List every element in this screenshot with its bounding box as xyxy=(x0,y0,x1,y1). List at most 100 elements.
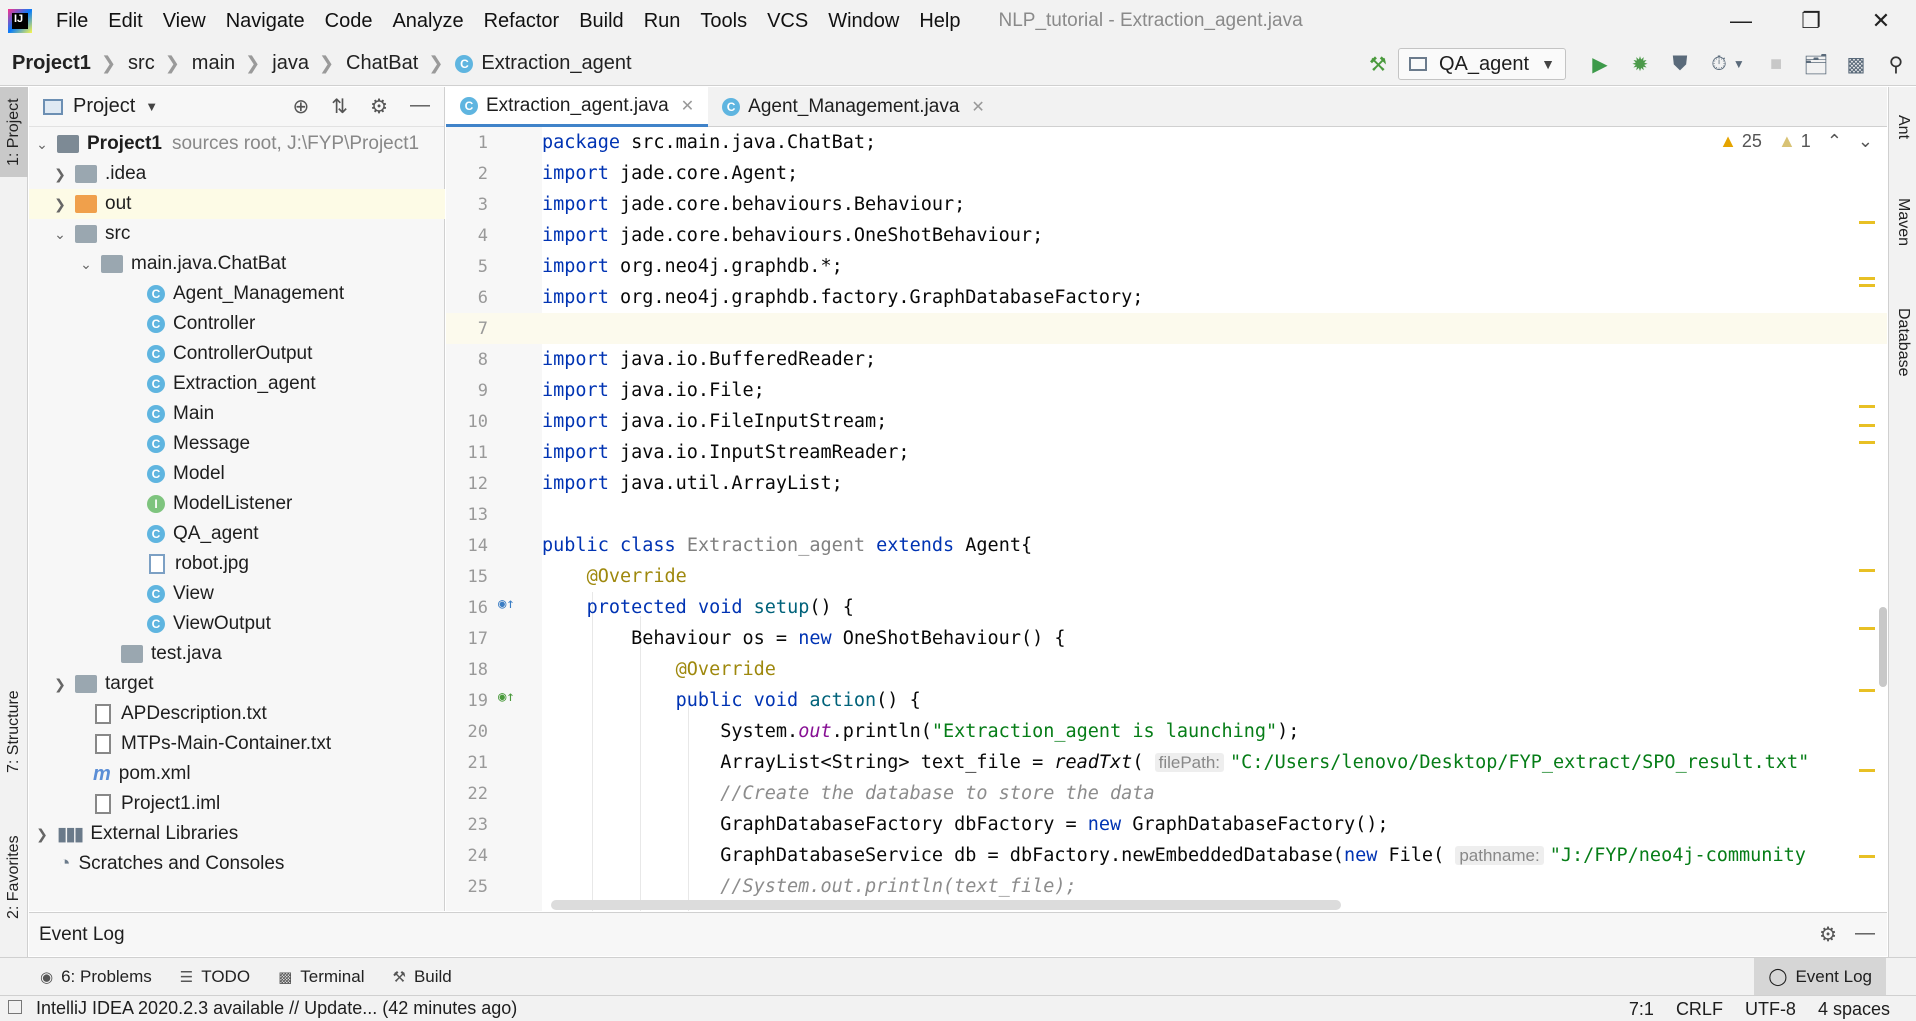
tree-item-out[interactable]: ❯ out xyxy=(29,189,445,219)
tree-item-package[interactable]: ⌄ main.java.ChatBat xyxy=(29,249,445,279)
warning-stripe-mark[interactable] xyxy=(1859,627,1875,630)
breadcrumb-java[interactable]: java ❯ xyxy=(260,52,334,75)
locate-icon[interactable]: ⊕ xyxy=(293,94,310,119)
project-panel-title[interactable]: Project xyxy=(73,95,135,118)
warning-stripe-mark[interactable] xyxy=(1859,405,1875,408)
warning-stripe-mark[interactable] xyxy=(1859,441,1875,444)
tree-item-main[interactable]: C Main xyxy=(29,399,445,429)
tool-tab-ant[interactable]: Ant xyxy=(1889,97,1916,157)
warning-stripe-mark[interactable] xyxy=(1859,424,1875,427)
profile-icon[interactable]: ⏱ ▼ xyxy=(1700,42,1756,86)
tree-item-pom[interactable]: m pom.xml xyxy=(29,759,445,789)
tree-item-agent-management[interactable]: C Agent_Management xyxy=(29,279,445,309)
menu-tools[interactable]: Tools xyxy=(690,0,757,42)
breadcrumb-main[interactable]: main ❯ xyxy=(180,52,260,75)
close-icon[interactable]: ✕ xyxy=(681,96,694,116)
menu-analyze[interactable]: Analyze xyxy=(382,0,473,42)
tool-button-problems[interactable]: ◉ 6: Problems xyxy=(40,967,152,987)
tool-button-build[interactable]: ⚒ Build xyxy=(393,967,452,987)
menu-window[interactable]: Window xyxy=(818,0,909,42)
tool-tab-favorites[interactable]: 2: Favorites xyxy=(0,822,28,932)
close-window-icon[interactable]: ✕ xyxy=(1846,0,1916,42)
menu-file[interactable]: File xyxy=(46,0,98,42)
debug-icon[interactable]: ✹ xyxy=(1620,42,1660,86)
chevron-right-icon[interactable]: ❯ xyxy=(51,196,69,213)
horizontal-scrollbar[interactable] xyxy=(551,900,1341,910)
restore-icon[interactable]: ❐ xyxy=(1776,0,1846,42)
tool-button-terminal[interactable]: ▩ Terminal xyxy=(278,967,364,987)
tool-tab-structure[interactable]: 7: Structure xyxy=(0,677,28,787)
tree-item-view-output[interactable]: C ViewOutput xyxy=(29,609,445,639)
menu-refactor[interactable]: Refactor xyxy=(474,0,570,42)
tree-item-controller-output[interactable]: C ControllerOutput xyxy=(29,339,445,369)
close-icon[interactable]: ✕ xyxy=(971,97,984,117)
collapse-all-icon[interactable]: ⇅ xyxy=(331,94,348,119)
tree-item-extraction-agent[interactable]: C Extraction_agent xyxy=(29,369,445,399)
project-structure-icon[interactable]: 🗂 xyxy=(1796,42,1836,86)
breadcrumb-src[interactable]: src ❯ xyxy=(116,52,180,75)
tree-item-message[interactable]: C Message xyxy=(29,429,445,459)
line-separator[interactable]: CRLF xyxy=(1676,999,1723,1020)
tree-item-idea[interactable]: ❯ .idea xyxy=(29,159,445,189)
code-editor[interactable]: ▲ 25 ▲ 1 ⌃ ⌄ 1 package src.main.java.Chat… xyxy=(446,127,1887,911)
tree-item-robot-jpg[interactable]: robot.jpg xyxy=(29,549,445,579)
tree-item-view[interactable]: C View xyxy=(29,579,445,609)
tree-item-project1[interactable]: ⌄ Project1 sources root, J:\FYP\Project1 xyxy=(29,129,445,159)
tool-tab-database[interactable]: Database xyxy=(1889,287,1916,397)
tree-item-qa-agent[interactable]: C QA_agent xyxy=(29,519,445,549)
gear-icon[interactable]: ⚙ xyxy=(1819,922,1837,947)
tab-agent-management[interactable]: C Agent_Management.java ✕ xyxy=(708,87,999,127)
warning-stripe-mark[interactable] xyxy=(1859,689,1875,692)
tool-button-todo[interactable]: ☰ TODO xyxy=(180,967,250,987)
chevron-down-icon[interactable]: ⌄ xyxy=(33,136,51,153)
tool-tab-project[interactable]: 1: Project xyxy=(0,87,28,177)
tree-item-external-libraries[interactable]: ❯ ▮▮▮ External Libraries xyxy=(29,819,445,849)
menu-edit[interactable]: Edit xyxy=(98,0,152,42)
run-icon[interactable]: ▶ xyxy=(1580,42,1620,86)
breadcrumb-class[interactable]: C Extraction_agent xyxy=(443,52,632,75)
menu-code[interactable]: Code xyxy=(315,0,383,42)
tree-item-controller[interactable]: C Controller xyxy=(29,309,445,339)
menu-vcs[interactable]: VCS xyxy=(757,0,818,42)
chevron-right-icon[interactable]: ❯ xyxy=(51,676,69,693)
chevron-down-icon[interactable]: ⌄ xyxy=(51,226,69,243)
indent-setting[interactable]: 4 spaces xyxy=(1818,999,1890,1020)
menu-help[interactable]: Help xyxy=(909,0,970,42)
warning-stripe-mark[interactable] xyxy=(1859,769,1875,772)
vertical-scrollbar[interactable] xyxy=(1879,607,1887,687)
breadcrumb-chatbat[interactable]: ChatBat ❯ xyxy=(334,52,443,75)
warning-stripe-mark[interactable] xyxy=(1859,221,1875,224)
tree-item-test-java[interactable]: test.java xyxy=(29,639,445,669)
terminal-icon[interactable]: ▩ xyxy=(1836,42,1876,86)
tree-item-model-listener[interactable]: I ModelListener xyxy=(29,489,445,519)
chevron-right-icon[interactable]: ❯ xyxy=(51,166,69,183)
stop-icon[interactable]: ■ xyxy=(1756,42,1796,86)
search-icon[interactable]: ⚲ xyxy=(1876,42,1916,86)
chevron-right-icon[interactable]: ❯ xyxy=(33,826,51,843)
hide-icon[interactable]: — xyxy=(410,94,430,119)
warning-stripe-mark[interactable] xyxy=(1859,855,1875,858)
gear-icon[interactable]: ⚙ xyxy=(370,94,388,119)
tree-item-model[interactable]: C Model xyxy=(29,459,445,489)
tool-tab-maven[interactable]: Maven xyxy=(1889,177,1916,267)
breadcrumb-project[interactable]: Project1 ❯ xyxy=(0,52,116,75)
caret-position[interactable]: 7:1 xyxy=(1629,999,1654,1020)
tool-button-event-log[interactable]: ◯ Event Log xyxy=(1754,958,1886,996)
tab-extraction-agent[interactable]: C Extraction_agent.java ✕ xyxy=(446,87,709,127)
warning-stripe-mark[interactable] xyxy=(1859,277,1875,280)
warning-stripe-mark[interactable] xyxy=(1859,569,1875,572)
warning-stripe-mark[interactable] xyxy=(1859,284,1875,287)
tree-item-apdescription[interactable]: APDescription.txt xyxy=(29,699,445,729)
chevron-down-icon[interactable]: ⌄ xyxy=(77,256,95,273)
override-marker-icon[interactable]: ◉↑ xyxy=(498,596,515,612)
tree-item-src[interactable]: ⌄ src xyxy=(29,219,445,249)
tree-item-iml[interactable]: Project1.iml xyxy=(29,789,445,819)
file-encoding[interactable]: UTF-8 xyxy=(1745,999,1796,1020)
build-hammer-icon[interactable]: ⚒ xyxy=(1358,42,1398,86)
chevron-down-icon[interactable]: ▼ xyxy=(145,99,158,114)
coverage-icon[interactable]: ⛊ xyxy=(1660,42,1700,86)
status-message[interactable]: IntelliJ IDEA 2020.2.3 available // Upda… xyxy=(36,998,517,1019)
tree-item-target[interactable]: ❯ target xyxy=(29,669,445,699)
tree-item-scratches[interactable]: ◔ Scratches and Consoles xyxy=(29,849,445,879)
implements-marker-icon[interactable]: ◉↑ xyxy=(498,689,515,705)
